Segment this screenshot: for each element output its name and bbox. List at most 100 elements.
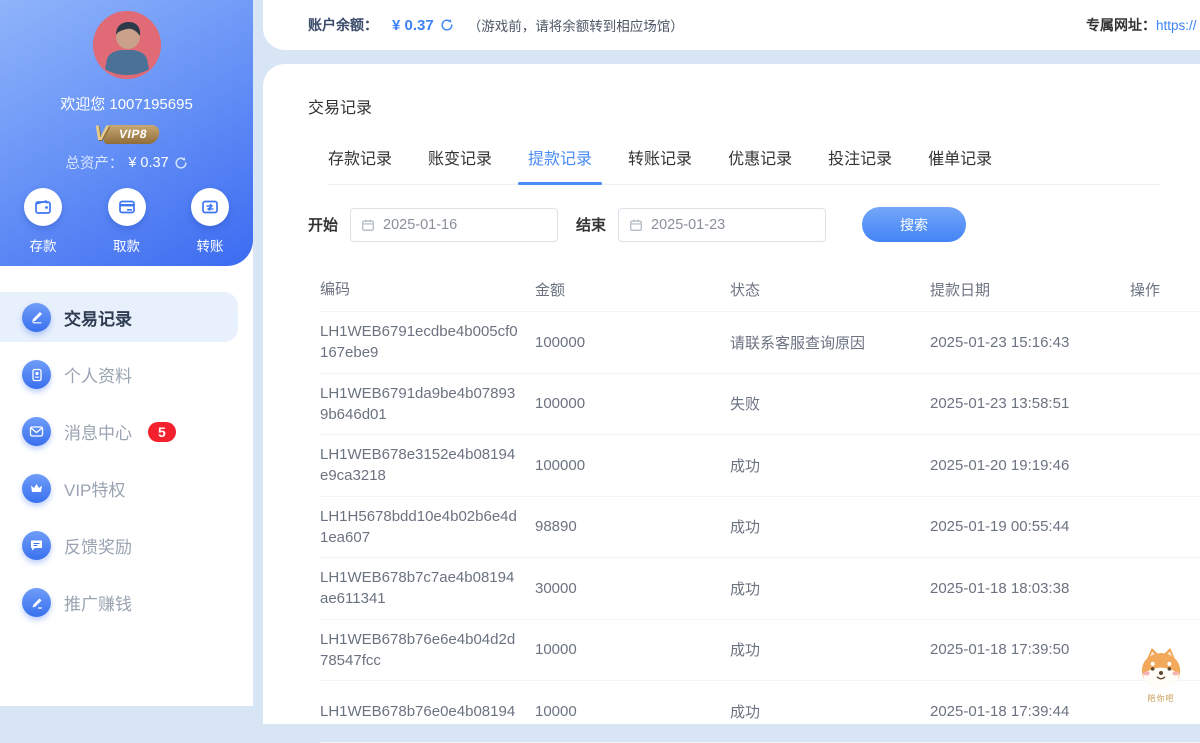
transfer-label: 转账 (191, 235, 229, 255)
avatar[interactable] (93, 11, 161, 79)
sidebar-item-feedback[interactable]: 反馈奖励 (0, 517, 253, 574)
table-row: LH1WEB6791da9be4b078939b646d01 100000 失败… (320, 374, 1200, 436)
row-date: 2025-01-19 00:55:44 (930, 518, 1130, 535)
sidebar-item-label: 交易记录 (64, 305, 132, 330)
sidebar-menu: 交易记录 个人资料 消息中心 5 VIP特权 反馈奖励 (0, 289, 253, 631)
shiba-dog-icon (1136, 646, 1186, 690)
main-panel: 交易记录 存款记录 账变记录 提款记录 转账记录 优惠记录 投注记录 催单记录 … (263, 64, 1200, 724)
url-label: 专属网址： (1086, 15, 1156, 35)
row-code: LH1WEB678e3152e4b08194e9ca3218 (320, 444, 535, 486)
mascot-text: 陪你吧 (1130, 693, 1192, 704)
sidebar-item-label: 个人资料 (64, 362, 132, 387)
date-filter: 开始 2025-01-16 结束 2025-01-23 搜索 (308, 207, 1200, 242)
tab-deposit-records[interactable]: 存款记录 (328, 145, 392, 184)
row-code: LH1WEB6791da9be4b078939b646d01 (320, 383, 535, 425)
page-title: 交易记录 (308, 94, 1200, 118)
end-date-value: 2025-01-23 (651, 217, 725, 233)
sidebar-item-label: 消息中心 (64, 419, 132, 444)
refresh-icon[interactable] (174, 156, 188, 170)
row-code: LH1WEB6791ecdbe4b005cf0167ebe9 (320, 321, 535, 363)
row-date: 2025-01-23 15:16:43 (930, 334, 1130, 351)
row-code: LH1WEB678b76e0e4b08194 (320, 701, 535, 722)
assets-label: 总资产： (65, 152, 123, 173)
row-date: 2025-01-18 17:39:50 (930, 641, 1130, 658)
col-header-code: 编码 (320, 279, 535, 300)
row-date: 2025-01-23 13:58:51 (930, 395, 1130, 412)
table-row: LH1WEB678b7c7ae4b08194ae611341 30000 成功 … (320, 558, 1200, 620)
sidebar-item-transactions[interactable]: 交易记录 (0, 292, 238, 342)
exclusive-url: 专属网址： https:// (1086, 15, 1200, 35)
deposit-button[interactable]: 存款 (24, 188, 62, 255)
row-status: 成功 (730, 639, 930, 660)
edit-record-icon (22, 303, 51, 332)
row-status: 请联系客服查询原因 (730, 332, 930, 353)
refresh-balance-icon[interactable] (440, 18, 454, 32)
balance-value: ¥ 0.37 (392, 17, 434, 34)
tab-transfer-records[interactable]: 转账记录 (628, 145, 692, 184)
withdraw-button[interactable]: 取款 (108, 188, 146, 255)
promote-icon (22, 588, 51, 617)
sidebar-hero: 欢迎您 1007195695 V VIP8 总资产： ¥ 0.37 存款 (0, 0, 253, 266)
vip-badge: V VIP8 (0, 122, 253, 146)
mascot-widget[interactable]: 陪你吧 (1130, 646, 1192, 704)
tab-account-change-records[interactable]: 账变记录 (428, 145, 492, 184)
table-row: LH1WEB678b76e0e4b08194 10000 成功 2025-01-… (320, 681, 1200, 743)
welcome-text: 欢迎您 1007195695 (0, 93, 253, 114)
unread-count-badge: 5 (148, 422, 176, 442)
sidebar-item-messages[interactable]: 消息中心 5 (0, 403, 253, 460)
row-status: 成功 (730, 516, 930, 537)
col-header-action: 操作 (1130, 279, 1200, 300)
row-code: LH1WEB678b76e6e4b04d2d78547fcc (320, 629, 535, 671)
end-date-input[interactable]: 2025-01-23 (618, 208, 826, 242)
table-row: LH1WEB678e3152e4b08194e9ca3218 100000 成功… (320, 435, 1200, 497)
transfer-button[interactable]: 转账 (191, 188, 229, 255)
end-date-label: 结束 (576, 214, 606, 235)
table-row: LH1WEB678b76e6e4b04d2d78547fcc 10000 成功 … (320, 620, 1200, 682)
total-assets: 总资产： ¥ 0.37 (0, 152, 253, 173)
row-status: 成功 (730, 455, 930, 476)
row-date: 2025-01-18 18:03:38 (930, 580, 1130, 597)
row-code: LH1H5678bdd10e4b02b6e4d1ea607 (320, 506, 535, 548)
crown-icon (22, 474, 51, 503)
withdraw-card-icon (108, 188, 146, 226)
url-link[interactable]: https:// (1156, 18, 1197, 33)
withdrawal-table: 编码 金额 状态 提款日期 操作 LH1WEB6791ecdbe4b005cf0… (308, 268, 1200, 743)
calendar-icon (629, 218, 643, 232)
row-code: LH1WEB678b7c7ae4b08194ae611341 (320, 567, 535, 609)
row-amount: 30000 (535, 580, 730, 597)
vip-level-label: VIP8 (103, 125, 160, 144)
sidebar-item-vip[interactable]: VIP特权 (0, 460, 253, 517)
row-amount: 98890 (535, 518, 730, 535)
tab-promo-records[interactable]: 优惠记录 (728, 145, 792, 184)
row-amount: 10000 (535, 641, 730, 658)
balance-label: 账户余额： (308, 15, 378, 35)
start-date-label: 开始 (308, 214, 338, 235)
tab-bet-records[interactable]: 投注记录 (828, 145, 892, 184)
feedback-icon (22, 531, 51, 560)
tab-reminder-records[interactable]: 催单记录 (928, 145, 992, 184)
withdraw-label: 取款 (108, 235, 146, 255)
row-date: 2025-01-18 17:39:44 (930, 703, 1130, 720)
col-header-amount: 金额 (535, 279, 730, 300)
row-status: 成功 (730, 701, 930, 722)
start-date-input[interactable]: 2025-01-16 (350, 208, 558, 242)
sidebar-item-label: VIP特权 (64, 476, 125, 501)
topbar: 账户余额： ¥ 0.37 （游戏前，请将余额转到相应场馆） 专属网址： http… (263, 0, 1200, 50)
profile-icon (22, 360, 51, 389)
message-icon (22, 417, 51, 446)
sidebar: 欢迎您 1007195695 V VIP8 总资产： ¥ 0.37 存款 (0, 0, 253, 706)
table-row: LH1WEB6791ecdbe4b005cf0167ebe9 100000 请联… (320, 312, 1200, 374)
table-row: LH1H5678bdd10e4b02b6e4d1ea607 98890 成功 2… (320, 497, 1200, 559)
sidebar-item-label: 推广赚钱 (64, 590, 132, 615)
sidebar-item-promote[interactable]: 推广赚钱 (0, 574, 253, 631)
vip-logo-icon: V (94, 122, 108, 146)
sidebar-item-label: 反馈奖励 (64, 533, 132, 558)
row-amount: 10000 (535, 703, 730, 720)
calendar-icon (361, 218, 375, 232)
search-button[interactable]: 搜索 (862, 207, 966, 242)
row-amount: 100000 (535, 457, 730, 474)
sidebar-item-profile[interactable]: 个人资料 (0, 346, 253, 403)
row-amount: 100000 (535, 395, 730, 412)
col-header-status: 状态 (730, 279, 930, 300)
tab-withdrawal-records[interactable]: 提款记录 (528, 145, 592, 184)
